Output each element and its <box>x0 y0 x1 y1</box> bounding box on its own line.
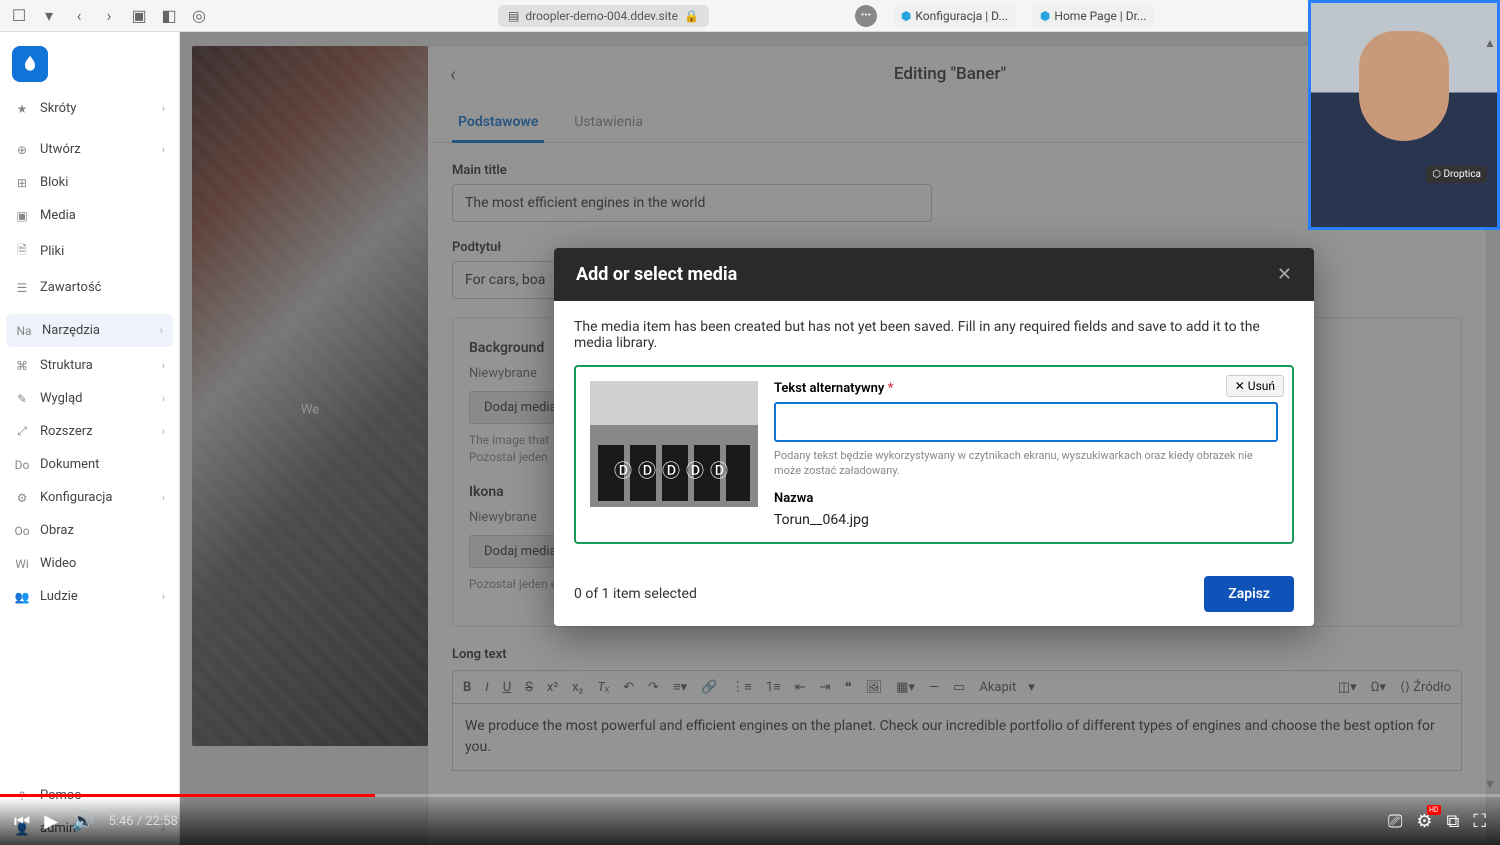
play-icon[interactable]: ▶ <box>44 811 58 832</box>
right-scrollbar[interactable]: ▲ ▼ <box>1480 32 1500 795</box>
remove-button[interactable]: ✕ Usuń <box>1226 375 1284 397</box>
chevron-right-icon: › <box>162 102 165 115</box>
media-thumbnail <box>590 381 758 507</box>
chevron-right-icon: › <box>162 425 165 438</box>
captions-icon[interactable]: ⎚ <box>1388 811 1402 832</box>
admin-sidebar: ★Skróty› ⊕Utwórz›⊞Bloki▣Media🗎Pliki☰Zawar… <box>0 32 180 845</box>
chevron-right-icon: › <box>162 491 165 504</box>
reader-icon[interactable]: ••• <box>855 5 877 27</box>
sidebar-item-skróty[interactable]: ★Skróty› <box>0 92 179 125</box>
nav-icon: ⤢ <box>14 424 30 439</box>
sidebar-item-zawartość[interactable]: ☰Zawartość <box>0 271 179 304</box>
sidebar-toggle-icon[interactable]: ☐ <box>8 5 30 27</box>
sidebar-item-narzędzia[interactable]: NaNarzędzia› <box>6 314 173 347</box>
sidebar-item-rozszerz[interactable]: ⤢Rozszerz› <box>0 415 179 448</box>
nav-icon: Do <box>14 458 30 472</box>
alt-text-input[interactable] <box>774 402 1278 442</box>
nav-icon: ⊞ <box>14 176 30 190</box>
nav-icon: ⌘ <box>14 359 30 373</box>
nav-icon: ⚙ <box>14 491 30 505</box>
sidebar-item-konfiguracja[interactable]: ⚙Konfiguracja› <box>0 481 179 514</box>
selected-count: 0 of 1 item selected <box>574 586 697 602</box>
nav-icon: ☰ <box>14 281 30 295</box>
drupal-favicon: ⬢ <box>1040 9 1050 23</box>
scroll-down-icon[interactable]: ▼ <box>1484 777 1496 791</box>
app-icon-1[interactable]: ▣ <box>128 5 150 27</box>
alt-text-help: Podany tekst będzie wykorzystywany w czy… <box>774 448 1278 479</box>
sidebar-item-obraz[interactable]: OoObraz <box>0 514 179 547</box>
sidebar-item-bloki[interactable]: ⊞Bloki <box>0 166 179 199</box>
prev-icon[interactable]: ⏮ <box>14 811 30 832</box>
webcam-badge: ⬡ Droptica <box>1426 166 1487 183</box>
sidebar-item-wygląd[interactable]: ✎Wygląd› <box>0 382 179 415</box>
address-text: droopler-demo-004.ddev.site <box>525 9 678 23</box>
upload-box: ✕ Usuń Tekst alternatywny * Podany tekst… <box>574 365 1294 544</box>
alt-text-label: Tekst alternatywny * <box>774 381 1278 396</box>
sidebar-item-dokument[interactable]: DoDokument <box>0 448 179 481</box>
drupal-favicon: ⬢ <box>901 9 911 23</box>
sidebar-item-pliki[interactable]: 🗎Pliki <box>0 232 179 271</box>
name-value: Torun__064.jpg <box>774 512 1278 528</box>
close-icon[interactable]: ✕ <box>1277 264 1292 285</box>
sidebar-item-ludzie[interactable]: 👥Ludzie› <box>0 580 179 613</box>
chevron-right-icon: › <box>162 359 165 372</box>
app-icon-3[interactable]: ◎ <box>188 5 210 27</box>
lock-icon: 🔒 <box>684 9 699 23</box>
nav-icon: Na <box>16 324 32 338</box>
nav-icon: ✎ <box>14 392 30 406</box>
webcam-overlay: ⬡ Droptica <box>1308 0 1500 230</box>
volume-icon[interactable]: 🔊 <box>72 811 94 832</box>
browser-tab-1[interactable]: ⬢ Konfiguracja | D... <box>893 5 1016 27</box>
sidebar-item-struktura[interactable]: ⌘Struktura› <box>0 349 179 382</box>
modal-title: Add or select media <box>576 264 737 285</box>
back-icon[interactable]: ‹ <box>68 5 90 27</box>
nav-icon: ⊕ <box>14 143 30 157</box>
sidebar-item-wideo[interactable]: WiWideo <box>0 547 179 580</box>
sidebar-item-utwórz[interactable]: ⊕Utwórz› <box>0 133 179 166</box>
media-modal: Add or select media ✕ The media item has… <box>554 248 1314 626</box>
nav-icon: ★ <box>14 102 30 116</box>
app-icon-2[interactable]: ◧ <box>158 5 180 27</box>
modal-info: The media item has been created but has … <box>574 319 1294 351</box>
save-button[interactable]: Zapisz <box>1204 576 1294 612</box>
drupal-logo[interactable] <box>12 46 48 82</box>
forward-icon[interactable]: › <box>98 5 120 27</box>
nav-icon: Wi <box>14 557 30 571</box>
settings-icon[interactable]: ⚙ <box>1416 811 1432 832</box>
dropdown-icon[interactable]: ▾ <box>38 5 60 27</box>
sidebar-item-media[interactable]: ▣Media <box>0 199 179 232</box>
nav-icon: 👥 <box>14 590 30 604</box>
nav-icon: ▣ <box>14 209 30 223</box>
scroll-up-icon[interactable]: ▲ <box>1484 36 1496 50</box>
name-label: Nazwa <box>774 491 1278 506</box>
nav-icon: 🗎 <box>14 241 30 262</box>
nav-icon: Oo <box>14 524 30 538</box>
page-icon: ▤ <box>508 9 519 23</box>
address-bar[interactable]: ▤ droopler-demo-004.ddev.site 🔒 <box>498 5 709 27</box>
browser-tab-2[interactable]: ⬢ Home Page | Dr... <box>1032 5 1154 27</box>
chevron-right-icon: › <box>162 392 165 405</box>
chevron-right-icon: › <box>160 324 163 337</box>
video-time: 5:46 / 22:58 <box>108 814 177 829</box>
chevron-right-icon: › <box>162 590 165 603</box>
fullscreen-icon[interactable]: ⛶ <box>1473 811 1486 832</box>
video-controls: ⏮ ▶ 🔊 5:46 / 22:58 ⎚ ⚙ ⧉ ⛶ <box>0 797 1500 845</box>
browser-toolbar: ☐ ▾ ‹ › ▣ ◧ ◎ ▤ droopler-demo-004.ddev.s… <box>0 0 1500 32</box>
chevron-right-icon: › <box>162 143 165 156</box>
miniplayer-icon[interactable]: ⧉ <box>1447 811 1460 832</box>
